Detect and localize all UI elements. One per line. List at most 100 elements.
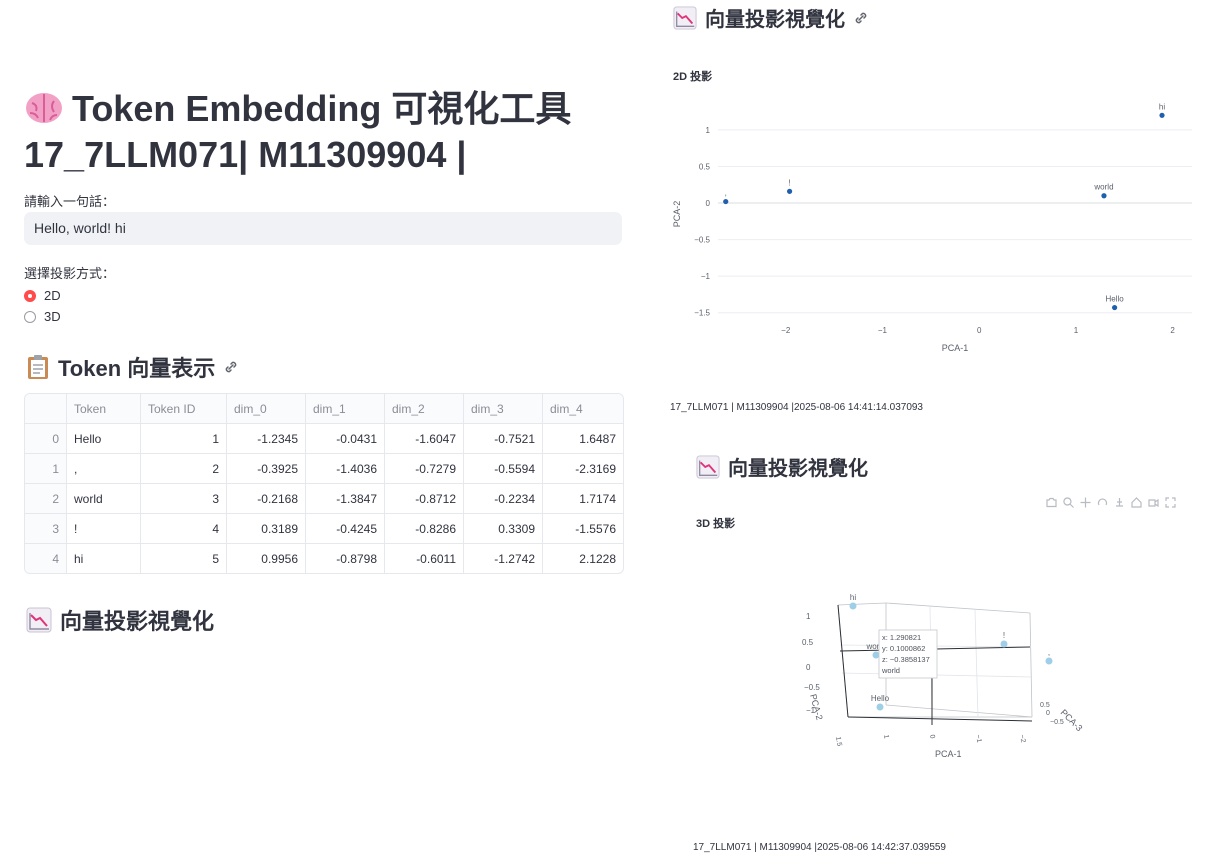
- table-cell[interactable]: 5: [141, 544, 227, 573]
- data-point-3d[interactable]: [1000, 640, 1008, 648]
- point-label: hi: [1159, 102, 1165, 111]
- viz-heading-top: 向量投影視覺化: [673, 3, 869, 32]
- pca3-tick-m0-5: −0.5: [1050, 719, 1064, 726]
- anchor-link-icon[interactable]: [223, 359, 239, 375]
- x-tick-label: −1: [878, 326, 888, 335]
- viz-heading-3d-text: 向量投影視覺化: [728, 458, 868, 480]
- table-row[interactable]: 2 world 3 -0.2168 -1.3847 -0.8712 -0.2234 1.717…: [25, 484, 623, 514]
- table-cell[interactable]: Hello: [67, 424, 141, 454]
- point-label-3d: ,: [1048, 648, 1050, 657]
- table-cell[interactable]: -1.6047: [385, 424, 464, 454]
- table-row[interactable]: 0 Hello 1 -1.2345 -0.0431 -1.6047 -0.7521 1.648…: [25, 424, 623, 454]
- home-icon[interactable]: [1131, 497, 1142, 508]
- table-cell[interactable]: -1.5576: [543, 514, 623, 544]
- pca1-tick-m1: −1: [974, 734, 982, 743]
- table-cell[interactable]: 1: [141, 424, 227, 454]
- table-cell[interactable]: -0.4245: [306, 514, 385, 544]
- clipboard-icon: [28, 355, 48, 379]
- point-label-3d: !: [1003, 631, 1005, 640]
- data-point[interactable]: [723, 198, 729, 205]
- column-header[interactable]: dim_2: [385, 394, 464, 424]
- table-row[interactable]: 1, 2 -0.3925 -1.4036 -0.7279 -0.5594 -2.3169: [25, 454, 623, 484]
- table-cell[interactable]: -0.8286: [385, 514, 464, 544]
- scatter-2d-chart[interactable]: 1 0.5 0 −0.5 −1 −1.5 −2 −1 0 1 2 PCA-1 PCA-2,! world H…: [668, 100, 1208, 360]
- table-cell[interactable]: -0.2234: [464, 484, 543, 514]
- data-point[interactable]: [786, 188, 793, 194]
- orbit-icon[interactable]: [1097, 497, 1108, 508]
- radio-2d-label: 2D: [44, 288, 61, 303]
- table-cell[interactable]: 0.3309: [464, 514, 543, 544]
- fullscreen-icon[interactable]: [1165, 497, 1176, 508]
- axis-label-pca1: PCA-1: [935, 749, 962, 759]
- zoom-icon[interactable]: [1063, 497, 1074, 508]
- input-label: 請輸入一句話：: [24, 194, 116, 209]
- table-cell[interactable]: ,: [67, 454, 141, 484]
- x-axis-label: PCA-1: [942, 343, 969, 353]
- table-row[interactable]: 4 hi 5 0.9956 -0.8798 -0.6011 -1.2742 2.1228: [25, 544, 623, 573]
- column-header[interactable]: Token: [67, 394, 141, 424]
- column-header[interactable]: dim_4: [543, 394, 623, 424]
- pca3-tick-0: 0: [1046, 710, 1050, 717]
- table-cell[interactable]: 0.3189: [227, 514, 306, 544]
- table-cell[interactable]: 2.1228: [543, 544, 623, 573]
- radio-3d[interactable]: [24, 310, 36, 323]
- data-point-3d[interactable]: [849, 602, 857, 610]
- video-icon[interactable]: [1148, 497, 1159, 508]
- y-tick-label: 0.5: [699, 162, 711, 171]
- pca1-tick-1-5: 1.5: [834, 736, 843, 747]
- token-dataframe[interactable]: Token Token ID dim_0 dim_1 dim_2 dim_3 dim_4 0…: [24, 393, 624, 574]
- data-point-3d[interactable]: [872, 651, 880, 659]
- turntable-icon[interactable]: [1114, 497, 1125, 508]
- column-header[interactable]: dim_1: [306, 394, 385, 424]
- table-cell[interactable]: -0.7279: [385, 454, 464, 484]
- table-cell[interactable]: 3: [141, 484, 227, 514]
- table-cell[interactable]: 0.9956: [227, 544, 306, 573]
- data-point-3d[interactable]: [876, 703, 884, 711]
- scatter-3d-chart[interactable]: 1 0.5 0 −0.5 −1 PCA-2 PCA-1 PCA-3 0.5 0 …: [790, 585, 1090, 765]
- table-row[interactable]: 3! 4 0.3189 -0.4245 -0.8286 0.3309 -1.5576: [25, 514, 623, 544]
- camera-icon[interactable]: [1046, 497, 1057, 508]
- table-cell[interactable]: -0.8798: [306, 544, 385, 573]
- radio-2d-selected[interactable]: [24, 289, 36, 302]
- table-cell[interactable]: 4: [141, 514, 227, 544]
- column-header[interactable]: dim_3: [464, 394, 543, 424]
- sentence-input[interactable]: Hello, world! hi: [24, 212, 622, 245]
- column-header[interactable]: [25, 394, 67, 424]
- table-cell[interactable]: -0.2168: [227, 484, 306, 514]
- anchor-link-icon[interactable]: [853, 10, 869, 26]
- table-cell[interactable]: hi: [67, 544, 141, 573]
- table-cell[interactable]: -0.8712: [385, 484, 464, 514]
- viz-heading-left-text: 向量投影視覺化: [60, 609, 215, 634]
- table-cell[interactable]: 1.7174: [543, 484, 623, 514]
- token-heading-text: Token 向量表示: [58, 356, 216, 381]
- table-cell[interactable]: world: [67, 484, 141, 514]
- hover-z: z: −0.3858137: [882, 655, 930, 664]
- point-label-3d: hi: [850, 593, 856, 602]
- data-point[interactable]: [1101, 193, 1107, 199]
- table-cell[interactable]: -2.3169: [543, 454, 623, 484]
- radio-option-3d[interactable]: 3D: [24, 309, 61, 324]
- table-cell[interactable]: -0.0431: [306, 424, 385, 454]
- table-cell[interactable]: -0.3925: [227, 454, 306, 484]
- table-cell[interactable]: !: [67, 514, 141, 544]
- column-header[interactable]: Token ID: [141, 394, 227, 424]
- data-point-3d[interactable]: [1045, 657, 1053, 665]
- data-point[interactable]: [1112, 304, 1118, 311]
- table-cell[interactable]: -1.2742: [464, 544, 543, 573]
- column-header[interactable]: dim_0: [227, 394, 306, 424]
- table-cell[interactable]: -1.3847: [306, 484, 385, 514]
- table-cell[interactable]: -1.2345: [227, 424, 306, 454]
- row-index: 2: [25, 484, 67, 514]
- table-cell[interactable]: -0.7521: [464, 424, 543, 454]
- pan-icon[interactable]: [1080, 497, 1091, 508]
- table-cell[interactable]: 1.6487: [543, 424, 623, 454]
- radio-option-2d[interactable]: 2D: [24, 288, 61, 303]
- y-tick-label: −1.5: [694, 309, 710, 318]
- table-cell[interactable]: -0.6011: [385, 544, 464, 573]
- data-point[interactable]: [1159, 112, 1165, 118]
- table-cell[interactable]: -0.5594: [464, 454, 543, 484]
- table-cell[interactable]: 2: [141, 454, 227, 484]
- brain-icon: [26, 93, 62, 123]
- table-cell[interactable]: -1.4036: [306, 454, 385, 484]
- z-tick-1: 1: [806, 612, 811, 621]
